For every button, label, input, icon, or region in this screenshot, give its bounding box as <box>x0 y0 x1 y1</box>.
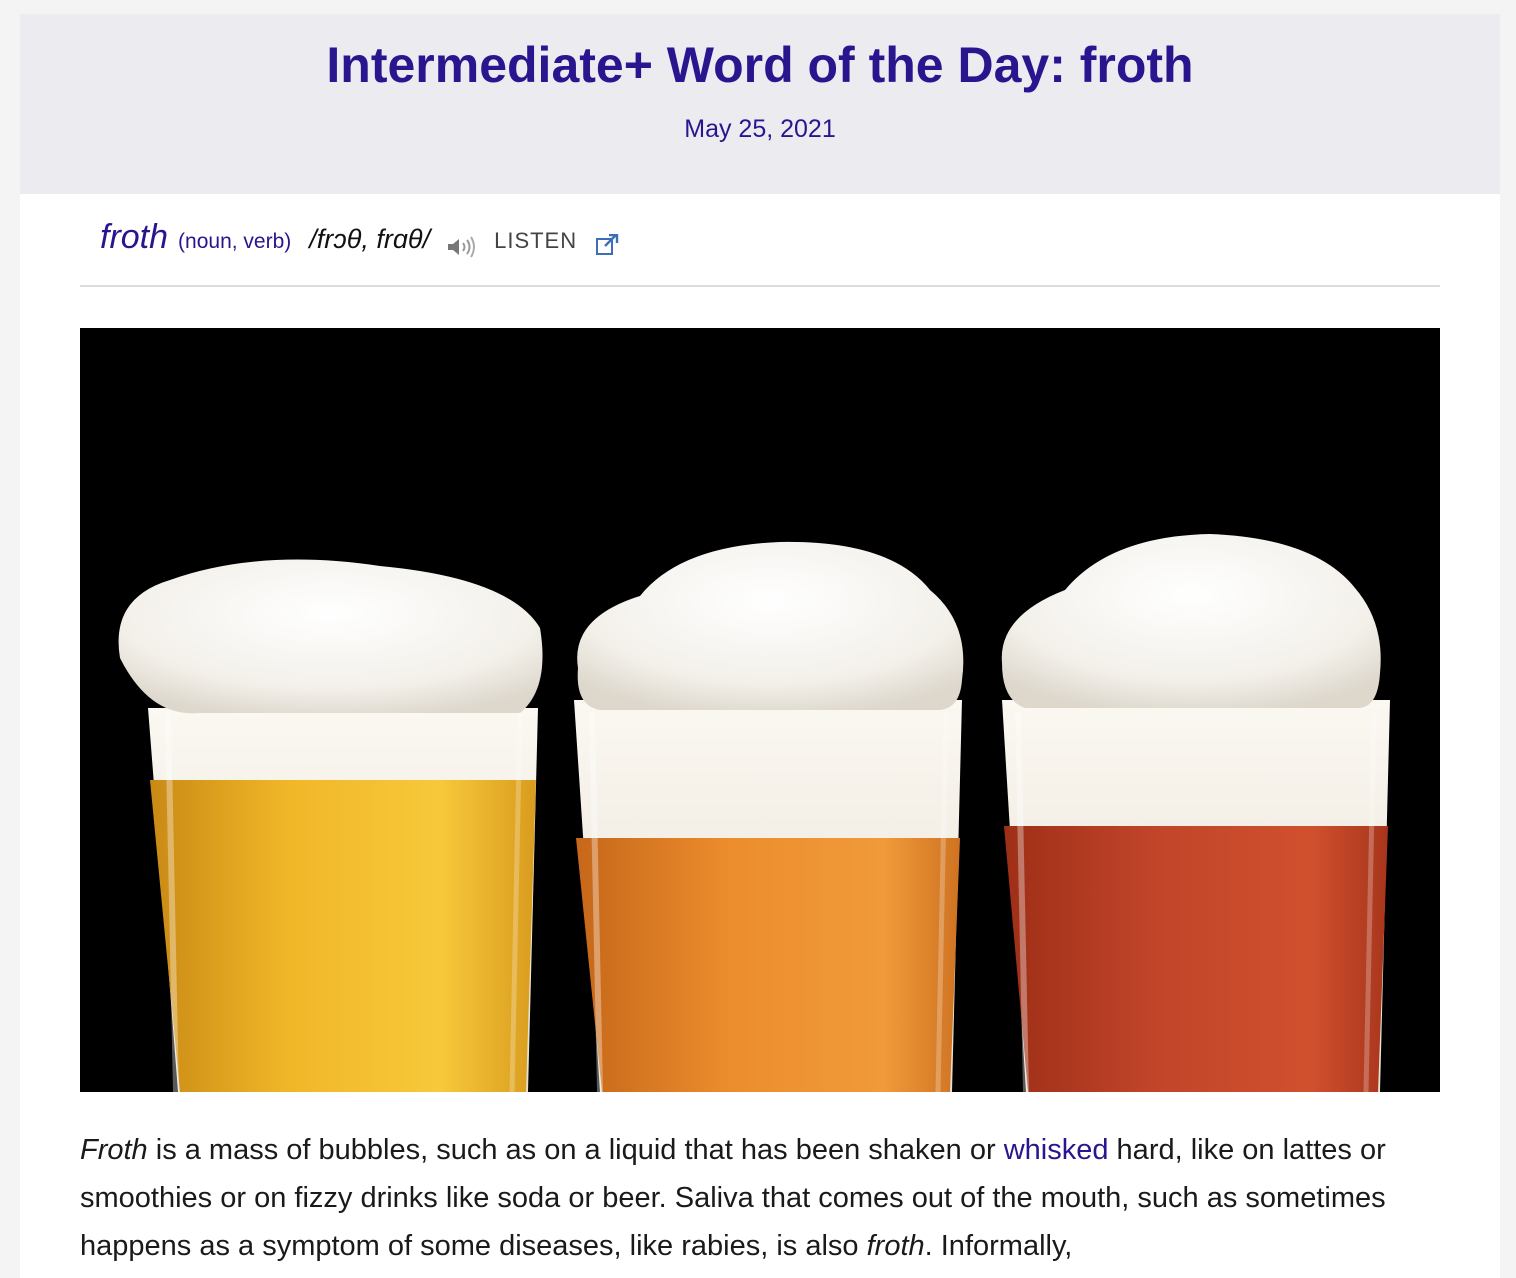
word-of-the-day-card: Intermediate+ Word of the Day: froth May… <box>20 14 1500 1278</box>
definition-term: Froth <box>80 1134 148 1166</box>
beer-glasses-photo <box>80 328 1440 1092</box>
divider <box>80 285 1440 287</box>
definition-text-1: is a mass of bubbles, such as on a liqui… <box>147 1134 1004 1166</box>
speaker-icon[interactable] <box>446 235 476 263</box>
glass-3 <box>1001 534 1390 1092</box>
glass-2 <box>574 541 964 1092</box>
definition-text-3: . Informally, <box>924 1230 1073 1262</box>
definition-paragraph: Froth is a mass of bubbles, such as on a… <box>80 1126 1450 1270</box>
external-link-icon[interactable] <box>595 233 619 261</box>
listen-button[interactable]: LISTEN <box>494 228 577 254</box>
part-of-speech: (noun, verb) <box>178 230 292 253</box>
publish-date: May 25, 2021 <box>684 115 836 143</box>
headword: froth <box>100 218 169 256</box>
definition-term-2: froth <box>866 1230 925 1262</box>
word-entry-line: froth (noun, verb) /frɔθ, frɑθ/ LISTEN <box>100 218 619 268</box>
header-banner: Intermediate+ Word of the Day: froth May… <box>20 14 1500 194</box>
glass-1 <box>118 559 543 1092</box>
page-title: Intermediate+ Word of the Day: froth <box>326 37 1194 93</box>
whisked-link[interactable]: whisked <box>1004 1134 1109 1166</box>
pronunciation: /frɔθ, frɑθ/ <box>309 224 431 254</box>
